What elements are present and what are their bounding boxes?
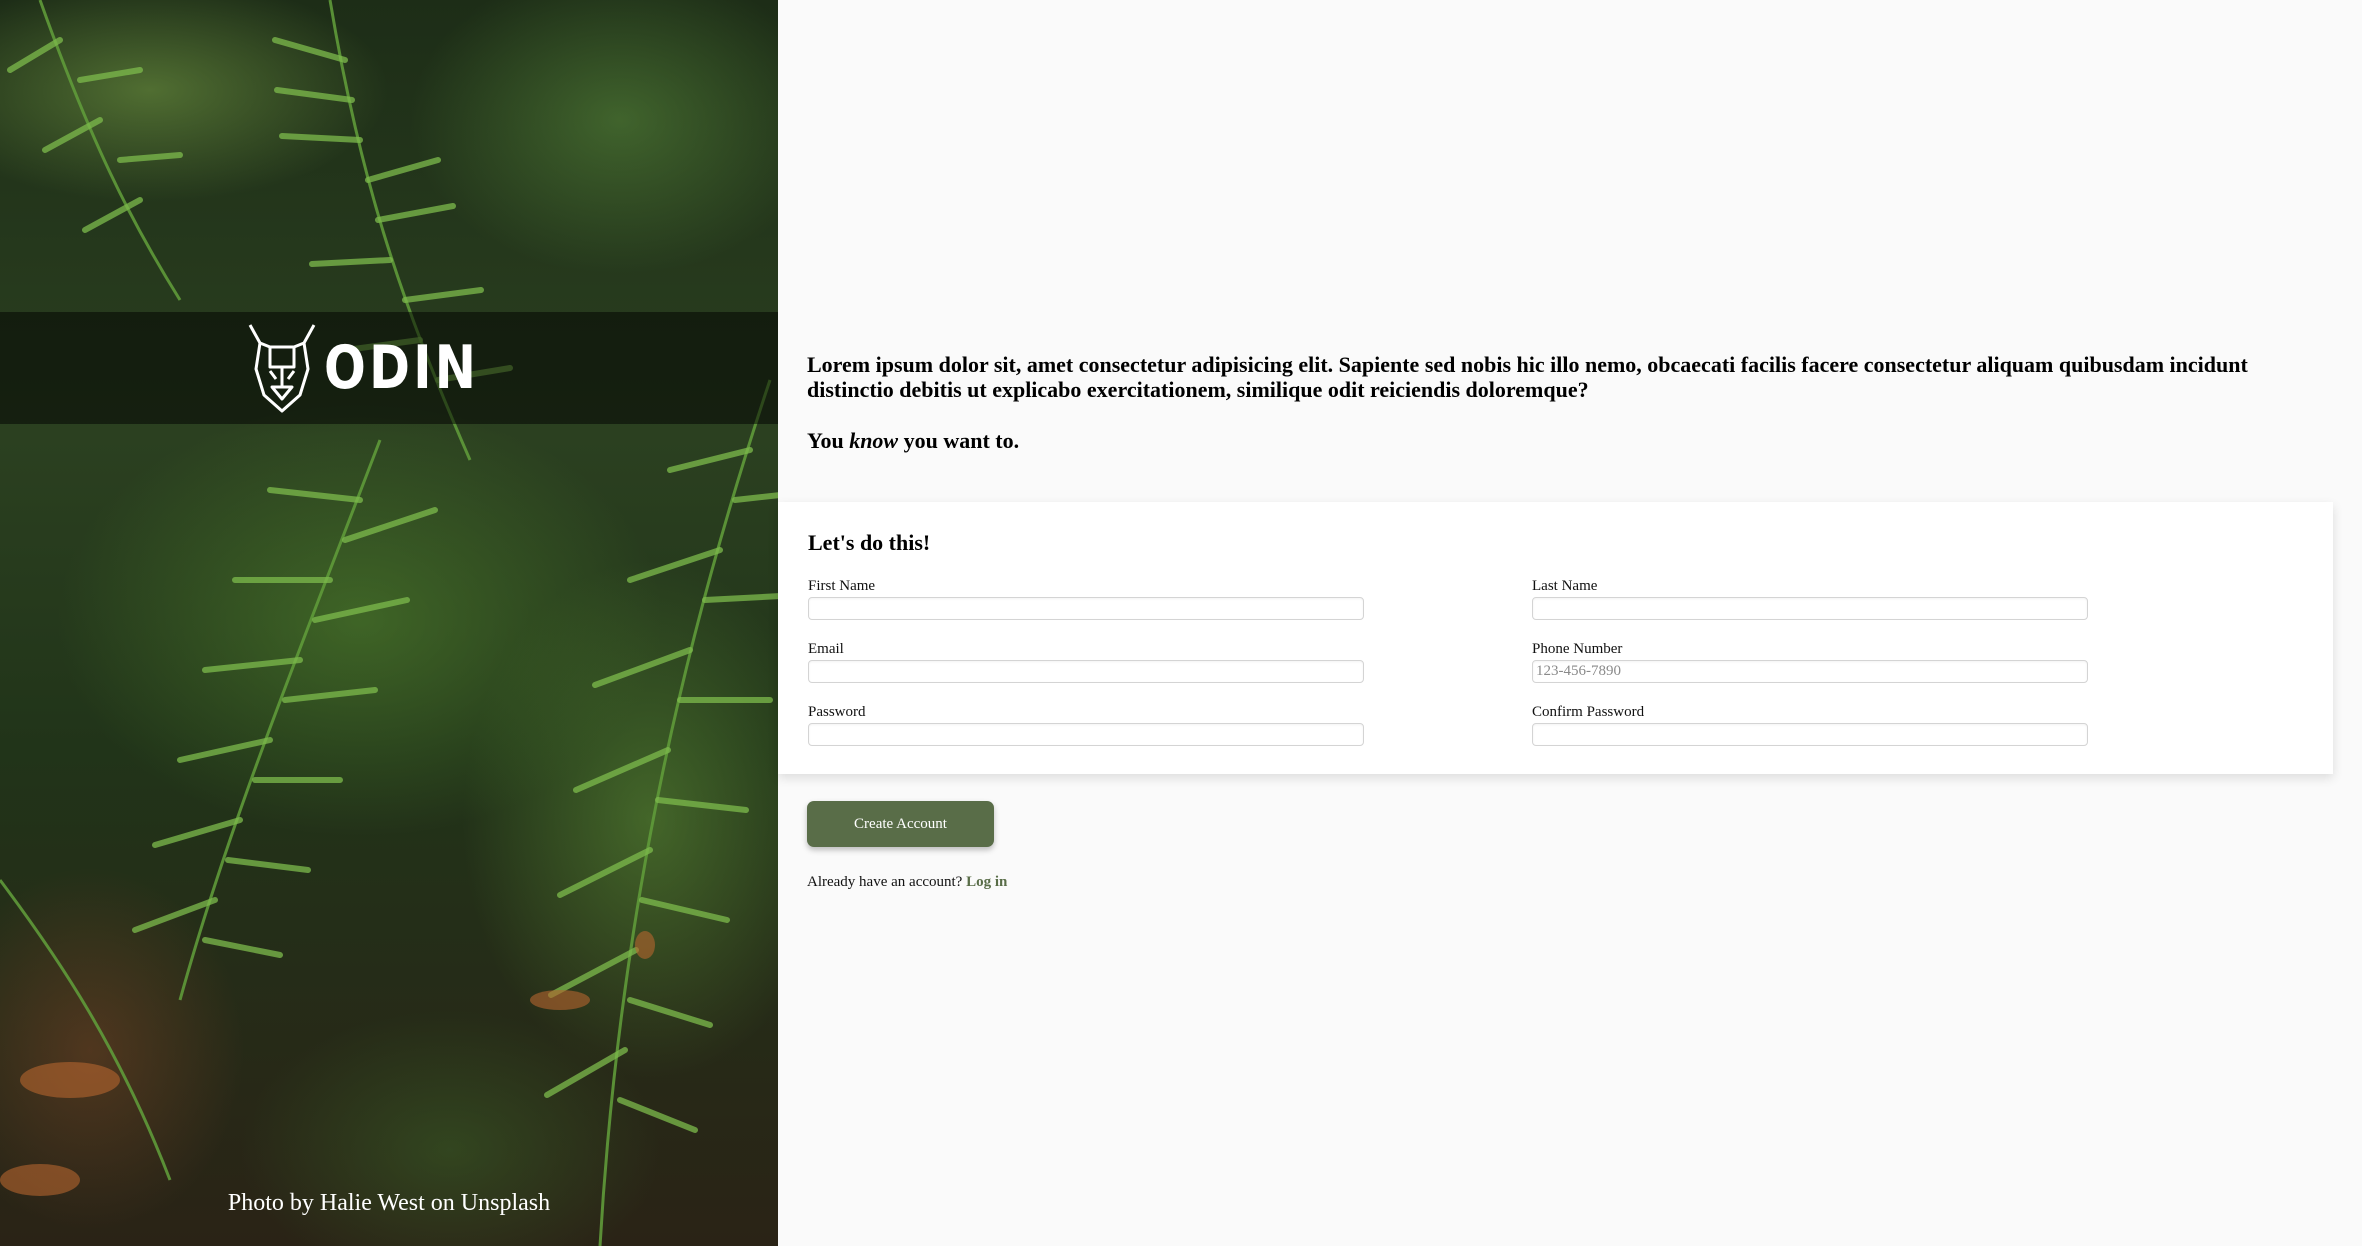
confirm-password-group: Confirm Password xyxy=(1532,704,2088,746)
logo-band: ODIN xyxy=(0,312,778,424)
tagline-emphasis: know xyxy=(849,428,899,453)
tagline: You know you want to. xyxy=(807,428,1019,454)
login-link[interactable]: Log in xyxy=(966,874,1007,890)
signup-form: Let's do this! First Name Last Name Emai… xyxy=(778,502,2333,774)
intro-text: Lorem ipsum dolor sit, amet consectetur … xyxy=(807,352,2307,402)
sidebar-hero: ODIN Photo by Halie West on Unsplash xyxy=(0,0,778,1246)
phone-label: Phone Number xyxy=(1532,641,1623,657)
logo[interactable]: ODIN xyxy=(246,321,513,415)
tagline-end: you want to. xyxy=(898,428,1020,453)
create-account-button[interactable]: Create Account xyxy=(807,801,994,847)
confirm-password-input[interactable] xyxy=(1532,723,2088,746)
confirm-password-label: Confirm Password xyxy=(1532,704,1645,720)
phone-group: Phone Number xyxy=(1532,641,2088,683)
intro-paragraph: Lorem ipsum dolor sit, amet consectetur … xyxy=(807,352,2248,402)
email-label: Email xyxy=(808,641,844,657)
fern-background-image xyxy=(0,0,778,1246)
first-name-input[interactable] xyxy=(808,597,1364,620)
photo-credit: Photo by Halie West on Unsplash xyxy=(227,1190,551,1216)
main-content: Lorem ipsum dolor sit, amet consectetur … xyxy=(778,0,2333,1246)
login-prompt: Already have an account? Log in xyxy=(807,874,1007,891)
login-prompt-text: Already have an account? xyxy=(807,874,967,890)
last-name-input[interactable] xyxy=(1532,597,2088,620)
first-name-label: First Name xyxy=(808,578,876,594)
viking-helmet-icon xyxy=(249,324,316,413)
password-group: Password xyxy=(808,704,1364,746)
form-title: Let's do this! xyxy=(808,530,931,555)
last-name-label: Last Name xyxy=(1532,578,1598,594)
email-input[interactable] xyxy=(808,660,1364,683)
email-group: Email xyxy=(808,641,1364,683)
first-name-group: First Name xyxy=(808,578,1364,620)
password-label: Password xyxy=(808,704,866,720)
tagline-start: You xyxy=(807,428,850,453)
phone-input[interactable] xyxy=(1532,660,2088,683)
logo-wordmark: ODIN xyxy=(324,333,480,403)
last-name-group: Last Name xyxy=(1532,578,2088,620)
password-input[interactable] xyxy=(808,723,1364,746)
